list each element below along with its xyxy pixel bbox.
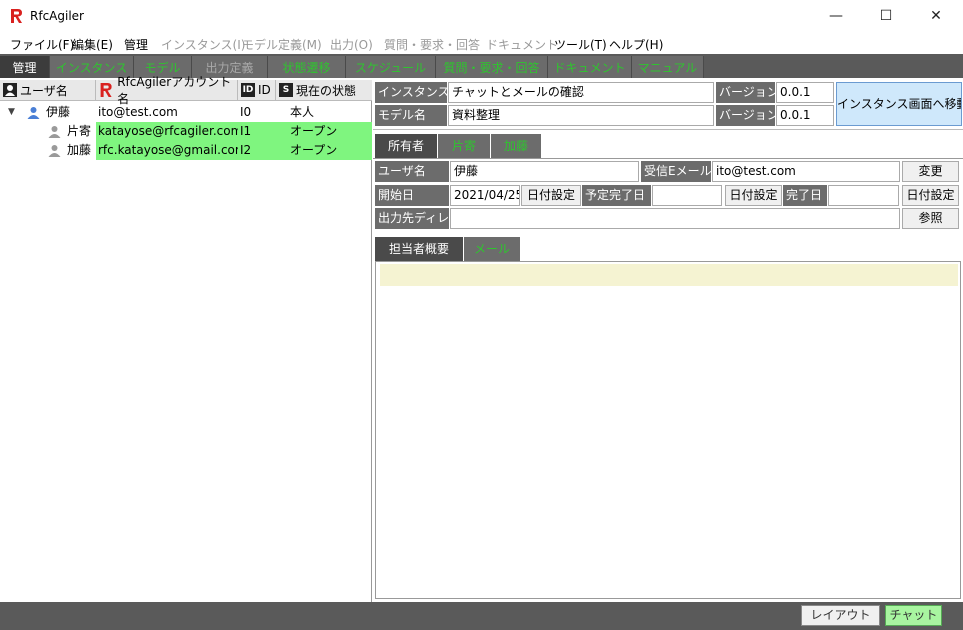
account-name: ito@test.com (98, 105, 178, 119)
user-id: I2 (240, 143, 252, 157)
maximize-icon: ☐ (879, 8, 893, 24)
tab-kato[interactable]: 加藤 (491, 134, 541, 158)
tab-document[interactable]: ドキュメント (548, 56, 632, 78)
user-tree-table: ユーザ名 RfcAgilerアカウント名 ID ID S 現在の状態 ▼ 伊藤 … (0, 75, 372, 602)
model-name-field[interactable]: 資料整理 (448, 105, 714, 126)
assignee-overview-area[interactable] (375, 261, 961, 599)
account-name: rfc.katayose@gmail.com (98, 143, 238, 157)
tab-qa[interactable]: 質問・要求・回答 (436, 56, 548, 78)
done-date-label: 完了日 (783, 185, 827, 206)
tab-state-transition[interactable]: 状態遷移 (268, 56, 346, 78)
tab-manage[interactable]: 管理 (0, 56, 50, 78)
column-header-status[interactable]: S 現在の状態 (276, 80, 372, 101)
instance-name-label: インスタンス名 (375, 82, 447, 103)
minimize-button[interactable]: — (813, 0, 859, 32)
start-date-field[interactable]: 2021/04/25 (450, 185, 520, 206)
tab-katayose[interactable]: 片寄 (438, 134, 490, 158)
planned-date-label: 予定完了日 (582, 185, 651, 206)
version-label: バージョン (716, 82, 775, 103)
minimize-icon: — (829, 8, 843, 24)
table-row[interactable]: 加藤 rfc.katayose@gmail.com I2 オープン (0, 141, 372, 160)
tab-assignee-overview[interactable]: 担当者概要 (375, 237, 463, 261)
user-icon (27, 107, 40, 119)
user-column-icon (3, 83, 17, 97)
chat-button[interactable]: チャット (885, 605, 942, 626)
start-date-set-button[interactable]: 日付設定 (521, 185, 581, 206)
title-bar: RfcAgiler — ☐ ✕ (0, 0, 963, 32)
user-id: I1 (240, 124, 252, 138)
planned-date-field[interactable] (652, 185, 722, 206)
menu-output[interactable]: 出力(O) (330, 36, 373, 53)
user-status: オープン (290, 124, 338, 138)
model-version-field[interactable]: 0.0.1 (776, 105, 834, 126)
column-header-id[interactable]: ID ID (238, 80, 276, 101)
user-status: 本人 (290, 105, 315, 119)
output-dir-label: 出力先ディレ (375, 208, 449, 229)
user-id: I0 (240, 105, 252, 119)
rfcagiler-logo-icon (100, 83, 112, 97)
user-name: 伊藤 (46, 105, 71, 119)
start-date-label: 開始日 (375, 185, 449, 206)
user-name-field[interactable]: 伊藤 (450, 161, 639, 182)
model-name-label: モデル名 (375, 105, 447, 126)
planned-date-set-button[interactable]: 日付設定 (725, 185, 782, 206)
user-name: 片寄 (67, 124, 92, 138)
menu-model[interactable]: モデル定義(M) (242, 36, 322, 53)
close-icon: ✕ (930, 8, 942, 24)
expand-arrow-icon[interactable]: ▼ (8, 103, 15, 122)
menu-edit[interactable]: 編集(E) (72, 36, 113, 53)
output-dir-field[interactable] (450, 208, 900, 229)
tab-mail[interactable]: メール (464, 237, 520, 261)
divider (373, 129, 963, 130)
close-button[interactable]: ✕ (913, 0, 959, 32)
status-column-icon: S (279, 83, 293, 97)
menu-instance[interactable]: インスタンス(I) (161, 36, 245, 53)
user-name-label: ユーザ名 (375, 161, 449, 182)
column-header-status-label: 現在の状態 (296, 83, 357, 98)
column-header-account[interactable]: RfcAgilerアカウント名 (96, 75, 238, 106)
version-field[interactable]: 0.0.1 (776, 82, 834, 103)
table-row[interactable]: ▼ 伊藤 ito@test.com I0 本人 (0, 103, 372, 122)
menu-bar: ファイル(F) 編集(E) 管理 インスタンス(I) モデル定義(M) 出力(O… (0, 32, 963, 54)
menu-qa[interactable]: 質問・要求・回答 (384, 36, 480, 53)
menu-file[interactable]: ファイル(F) (10, 36, 74, 53)
done-date-set-button[interactable]: 日付設定 (902, 185, 959, 206)
column-header-id-label: ID (258, 83, 271, 97)
window-title: RfcAgiler (30, 9, 84, 23)
id-column-icon: ID (241, 83, 255, 97)
tab-manual[interactable]: マニュアル (632, 56, 704, 78)
app-window: RfcAgiler — ☐ ✕ ファイル(F) 編集(E) 管理 インスタンス(… (0, 0, 963, 630)
overview-note-field[interactable] (380, 264, 958, 286)
menu-tools[interactable]: ツール(T) (554, 36, 607, 53)
instance-detail-panel: インスタンス名 チャットとメールの確認 バージョン 0.0.1 モデル名 資料整… (373, 80, 963, 602)
user-icon (48, 145, 61, 157)
done-date-field[interactable] (828, 185, 899, 206)
tab-schedule[interactable]: スケジュール (346, 56, 436, 78)
instance-name-field[interactable]: チャットとメールの確認 (448, 82, 714, 103)
status-bar: レイアウト チャット (0, 602, 963, 630)
account-name: katayose@rfcagiler.com (98, 124, 238, 138)
change-button[interactable]: 変更 (902, 161, 959, 182)
maximize-button[interactable]: ☐ (863, 0, 909, 32)
layout-button[interactable]: レイアウト (801, 605, 880, 626)
menu-manage[interactable]: 管理 (124, 36, 148, 53)
column-header-user[interactable]: ユーザ名 (0, 80, 96, 101)
browse-button[interactable]: 参照 (902, 208, 959, 229)
goto-instance-button[interactable]: インスタンス画面へ移動 (836, 82, 962, 126)
table-row[interactable]: 片寄 katayose@rfcagiler.com I1 オープン (0, 122, 372, 141)
email-field[interactable]: ito@test.com (712, 161, 900, 182)
column-header-account-label: RfcAgilerアカウント名 (117, 75, 232, 106)
model-version-label: バージョン (716, 105, 775, 126)
menu-help[interactable]: ヘルプ(H) (609, 36, 663, 53)
user-name: 加藤 (67, 143, 92, 157)
app-logo-icon (10, 8, 24, 24)
user-status: オープン (290, 143, 338, 157)
email-label: 受信Eメール (641, 161, 711, 182)
tab-owner[interactable]: 所有者 (375, 134, 437, 158)
user-icon (48, 126, 61, 138)
menu-document[interactable]: ドキュメント (486, 36, 558, 53)
column-header-user-label: ユーザ名 (20, 83, 68, 98)
